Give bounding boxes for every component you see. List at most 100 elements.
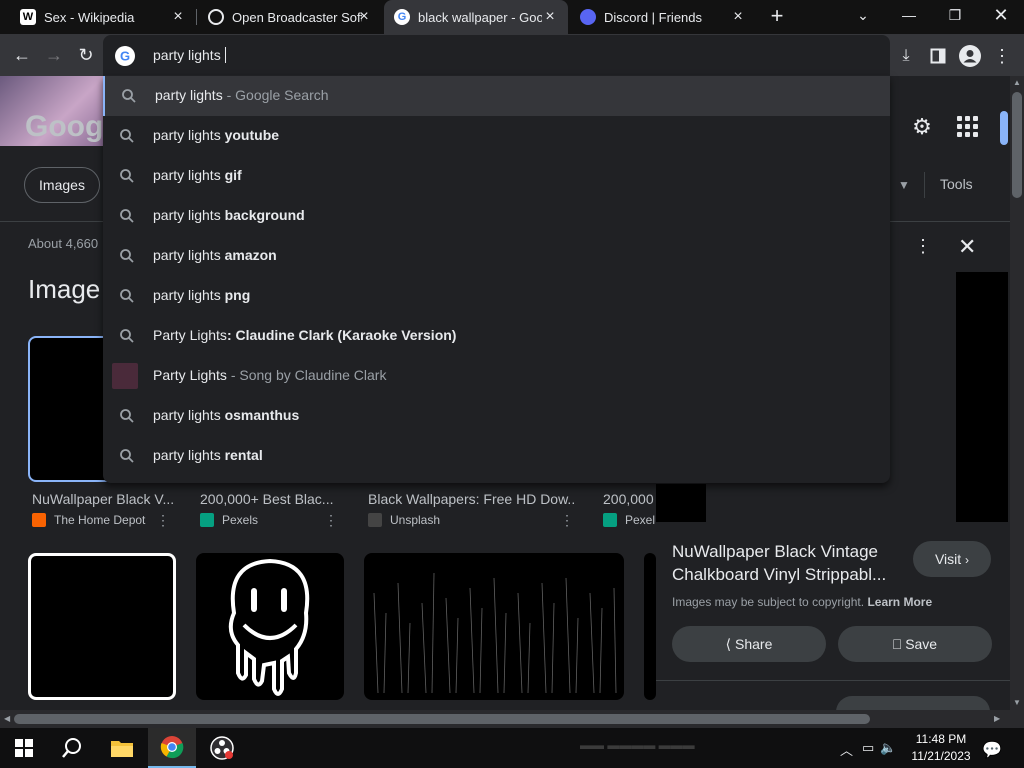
result-title[interactable]: 200,000	[603, 491, 655, 507]
more-options-icon[interactable]: ⋮	[914, 236, 932, 257]
result-source[interactable]: Unsplash	[368, 513, 440, 527]
suggestion-text: party lights png	[153, 287, 250, 303]
chevron-down-icon: ▼	[898, 178, 910, 192]
image-result-thumbnail[interactable]	[28, 553, 176, 700]
result-title[interactable]: Black Wallpapers: Free HD Dow...	[368, 491, 576, 507]
more-options-icon[interactable]: ⋮	[324, 512, 338, 529]
suggestion-item[interactable]: party lights amazon	[103, 236, 890, 276]
preview-image[interactable]	[956, 272, 1008, 522]
search-icon	[120, 209, 134, 223]
image-result-thumbnail[interactable]	[644, 553, 656, 700]
suggestion-item[interactable]: party lights - Google Search	[103, 76, 890, 116]
suggestion-text: party lights amazon	[153, 247, 277, 263]
close-tab-icon[interactable]: ×	[356, 9, 372, 25]
suggestion-item[interactable]: Party Lights - Song by Claudine Clark	[103, 356, 890, 396]
close-tab-icon[interactable]: ×	[542, 9, 558, 25]
search-icon	[62, 738, 81, 758]
taskbar-search-button[interactable]	[48, 728, 96, 768]
maximize-button[interactable]: ❐	[932, 0, 978, 34]
share-icon: ⟨	[725, 636, 732, 652]
tab-discord[interactable]: Discord | Friends ×	[570, 0, 756, 34]
reload-button[interactable]: ↻	[74, 44, 98, 68]
chrome-menu-icon[interactable]: ⋮	[990, 44, 1014, 68]
tools-button[interactable]: Tools	[940, 176, 973, 192]
close-tab-icon[interactable]: ×	[730, 9, 746, 25]
clock-time: 11:48 PM	[915, 732, 967, 746]
scroll-up-arrow[interactable]: ▲	[1013, 78, 1021, 87]
image-result-thumbnail[interactable]	[364, 553, 624, 700]
account-avatar[interactable]	[1000, 111, 1008, 145]
new-tab-button[interactable]: +	[766, 5, 788, 28]
search-icon	[122, 89, 136, 103]
suggestion-text: party lights rental	[153, 447, 263, 463]
suggestion-text: party lights youtube	[153, 127, 279, 143]
visit-button[interactable]: Visit ›	[913, 541, 991, 577]
back-button[interactable]: ←	[10, 44, 34, 68]
result-source[interactable]: Pexel	[603, 513, 655, 527]
image-result-thumbnail[interactable]	[196, 553, 344, 700]
close-tab-icon[interactable]: ×	[170, 9, 186, 25]
tab-search-button[interactable]: ⌄	[840, 0, 886, 34]
suggestion-completion: png	[224, 287, 251, 303]
suggestion-item[interactable]: party lights osmanthus	[103, 396, 890, 436]
suggestion-item[interactable]: party lights background	[103, 196, 890, 236]
wikipedia-icon: W	[20, 9, 36, 25]
show-hidden-icons-chevron[interactable]: ︿	[840, 740, 853, 759]
google-apps-icon[interactable]	[956, 115, 980, 139]
volume-muted-icon[interactable]: 🔈	[880, 740, 896, 756]
tab-title: Discord | Friends	[604, 9, 703, 25]
suggestion-item[interactable]: Party Lights: Claudine Clark (Karaoke Ve…	[103, 316, 890, 356]
more-options-icon[interactable]: ⋮	[156, 512, 170, 529]
result-source[interactable]: The Home Depot	[32, 513, 145, 527]
tab-obs[interactable]: Open Broadcaster Softw ×	[188, 0, 382, 34]
result-source[interactable]: Pexels	[200, 513, 258, 527]
bookmark-icon: ⎕	[892, 636, 902, 652]
horizontal-scrollbar-thumb[interactable]	[14, 714, 870, 724]
scroll-right-arrow[interactable]: ▶	[994, 714, 1000, 723]
download-icon[interactable]: ⤓	[894, 44, 918, 68]
minimize-button[interactable]: —	[886, 0, 932, 34]
vertical-scrollbar-thumb[interactable]	[1012, 92, 1022, 198]
result-title[interactable]: 200,000+ Best Blac...	[200, 491, 340, 507]
learn-more-link[interactable]: Learn More	[867, 595, 932, 609]
more-options-icon[interactable]: ⋮	[560, 512, 574, 529]
suggestion-completion: background	[224, 207, 305, 223]
result-count: About 4,660	[28, 236, 99, 251]
images-filter-chip[interactable]: Images	[24, 167, 100, 203]
scroll-left-arrow[interactable]: ◀	[4, 714, 10, 723]
scroll-down-arrow[interactable]: ▼	[1013, 698, 1021, 707]
preview-title[interactable]: NuWallpaper Black Vintage Chalkboard Vin…	[672, 540, 902, 586]
svg-text:G: G	[120, 49, 130, 64]
close-icon[interactable]: ✕	[958, 234, 976, 260]
close-window-button[interactable]: ✕	[978, 0, 1024, 34]
suggestion-item[interactable]: party lights youtube	[103, 116, 890, 156]
file-explorer-button[interactable]	[98, 728, 146, 768]
taskbar-clock[interactable]: 11:48 PM 11/21/2023	[906, 731, 976, 765]
side-panel-icon[interactable]	[926, 44, 950, 68]
tab-title: black wallpaper - Goog	[418, 9, 542, 25]
network-icon[interactable]: ▭	[862, 740, 874, 756]
suggestion-item[interactable]: party lights gif	[103, 156, 890, 196]
search-icon	[120, 409, 134, 423]
save-button[interactable]: ⎕ Save	[838, 626, 992, 662]
obs-taskbar-button[interactable]	[198, 728, 246, 768]
windows-start-button[interactable]	[0, 728, 48, 768]
result-title[interactable]: NuWallpaper Black V...	[32, 491, 176, 507]
light-streaks-image	[373, 572, 617, 694]
obs-recording-icon	[210, 736, 234, 760]
settings-gear-icon[interactable]: ⚙	[910, 115, 934, 139]
suggestion-text: party lights gif	[153, 167, 242, 183]
suggestion-item[interactable]: party lights png	[103, 276, 890, 316]
chrome-taskbar-button[interactable]	[148, 728, 196, 768]
google-logo[interactable]: Googl	[25, 110, 112, 144]
address-input[interactable]: party lights	[153, 46, 226, 64]
suggestion-prefix: party lights	[153, 127, 225, 143]
share-button[interactable]: ⟨ Share	[672, 626, 826, 662]
tab-google-images[interactable]: G black wallpaper - Goog ×	[384, 0, 568, 34]
forward-button[interactable]: →	[42, 44, 66, 68]
tab-wikipedia[interactable]: W Sex - Wikipedia ×	[0, 0, 196, 34]
suggestion-item[interactable]: party lights rental	[103, 436, 890, 476]
profile-icon[interactable]	[958, 44, 982, 68]
notification-center-icon[interactable]: 💬	[982, 740, 1002, 760]
suggestion-prefix: party lights	[155, 87, 223, 103]
